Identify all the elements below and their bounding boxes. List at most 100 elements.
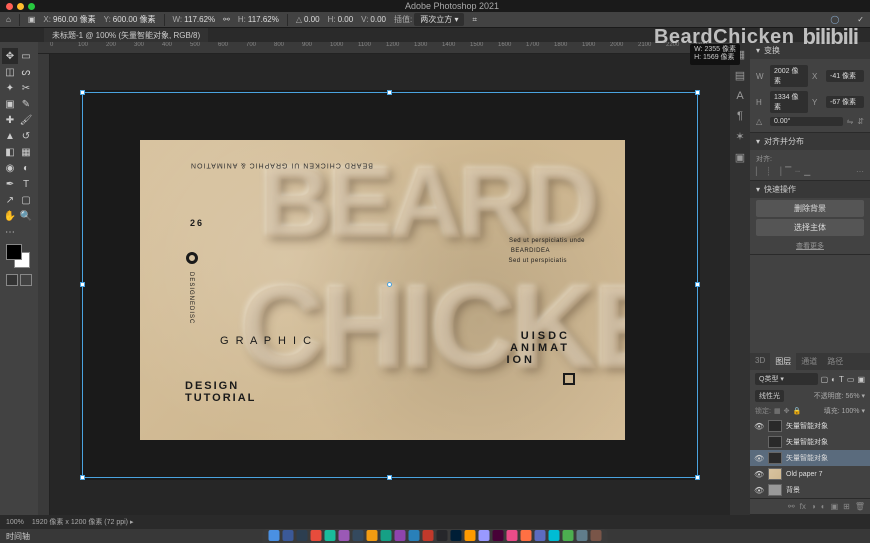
crop-tool[interactable]: ✂: [18, 80, 34, 96]
layer-row[interactable]: 👁背景: [750, 482, 870, 498]
lock-pixels-icon[interactable]: ▦: [774, 407, 781, 415]
styles-panel-icon[interactable]: ▣: [735, 151, 745, 164]
wand-tool[interactable]: ✦: [2, 80, 18, 96]
skew-h[interactable]: 0.00: [338, 15, 354, 24]
artboard-tool[interactable]: ▭: [18, 48, 34, 64]
dock-app[interactable]: [269, 530, 280, 541]
filter-smart-icon[interactable]: ▣: [857, 375, 865, 384]
maximize-window[interactable]: [28, 3, 35, 10]
dock-app[interactable]: [297, 530, 308, 541]
eyedropper-tool[interactable]: ✎: [18, 96, 34, 112]
link-wh-icon[interactable]: ⚯: [223, 15, 230, 24]
zoom-tool[interactable]: 🔍: [18, 208, 34, 224]
mask-icon[interactable]: ◑: [811, 502, 816, 511]
actions-panel-icon[interactable]: ✶: [735, 130, 744, 143]
doc-info[interactable]: 1920 像素 x 1200 像素 (72 ppi) ▸: [32, 517, 134, 527]
layer-row[interactable]: 👁矢量智能对象: [750, 450, 870, 466]
transform-w[interactable]: 117.62%: [184, 15, 215, 24]
document-tab[interactable]: 未标题-1 @ 100% (矢量智能对象, RGB/8): [44, 28, 208, 43]
trash-icon[interactable]: 🗑: [855, 502, 865, 511]
dock-app[interactable]: [521, 530, 532, 541]
opacity-value[interactable]: 56% ▾: [846, 393, 865, 400]
fill-value[interactable]: 100% ▾: [842, 408, 865, 415]
visibility-toggle[interactable]: 👁: [754, 422, 764, 431]
handle-tr[interactable]: [695, 90, 700, 95]
artboard[interactable]: BEARD CHICKEN BEARD CHICKEN UI GRAPHIC &…: [80, 90, 700, 480]
align-more-icon[interactable]: ⋯: [856, 167, 864, 176]
flip-v-icon[interactable]: ⇵: [857, 117, 864, 126]
filter-shape-icon[interactable]: ▭: [847, 375, 855, 384]
dock-app[interactable]: [549, 530, 560, 541]
flip-h-icon[interactable]: ⇋: [847, 117, 854, 126]
handle-ml[interactable]: [80, 282, 85, 287]
visibility-toggle[interactable]: 👁: [754, 454, 764, 463]
eraser-tool[interactable]: ◧: [2, 144, 18, 160]
shape-tool[interactable]: ▢: [18, 192, 34, 208]
prop-x[interactable]: -41 像素: [826, 70, 864, 82]
align-right-icon[interactable]: ▕: [775, 167, 781, 176]
quick-mask-toggle[interactable]: [6, 274, 32, 286]
tab-图层[interactable]: 图层: [770, 353, 796, 370]
dock-app[interactable]: [325, 530, 336, 541]
warp-icon[interactable]: ⌗: [472, 15, 477, 25]
pen-tool[interactable]: ✒: [2, 176, 18, 192]
handle-tl[interactable]: [80, 90, 85, 95]
blend-mode-select[interactable]: 线性光: [755, 390, 784, 402]
dock-app[interactable]: [409, 530, 420, 541]
prop-w[interactable]: 2002 像素: [770, 65, 808, 87]
minimize-window[interactable]: [17, 3, 24, 10]
transform-bounds[interactable]: [82, 92, 698, 478]
tab-通道[interactable]: 通道: [796, 353, 822, 370]
dodge-tool[interactable]: ◐: [18, 160, 34, 176]
link-layers-icon[interactable]: ⚯: [788, 502, 795, 511]
align-vcenter-icon[interactable]: ┈: [795, 167, 800, 176]
commit-transform[interactable]: ✓: [857, 15, 864, 24]
path-tool[interactable]: ↗: [2, 192, 18, 208]
dock-app[interactable]: [465, 530, 476, 541]
dock-app[interactable]: [437, 530, 448, 541]
home-icon[interactable]: ⌂: [6, 15, 11, 24]
dock-app[interactable]: [577, 530, 588, 541]
blur-tool[interactable]: ◉: [2, 160, 18, 176]
remove-bg-button[interactable]: 删除背景: [756, 200, 864, 217]
interpolation-select[interactable]: 两次立方 ▾: [414, 13, 464, 26]
zoom-level[interactable]: 100%: [6, 519, 24, 526]
handle-center[interactable]: [387, 282, 392, 287]
color-swatches[interactable]: [6, 244, 30, 268]
move-tool[interactable]: ✥: [2, 48, 18, 64]
transform-angle[interactable]: 0.00: [304, 15, 320, 24]
visibility-toggle[interactable]: 👁: [754, 486, 764, 495]
see-more-link[interactable]: 查看更多: [750, 238, 870, 254]
transform-y[interactable]: 600.00 像素: [113, 14, 156, 25]
dock-app[interactable]: [339, 530, 350, 541]
dock-app[interactable]: [283, 530, 294, 541]
filter-adjust-icon[interactable]: ◐: [831, 375, 836, 384]
chevron-down-icon[interactable]: ▾: [756, 46, 760, 55]
filter-image-icon[interactable]: ▢: [821, 375, 829, 384]
layer-row[interactable]: 矢量智能对象: [750, 434, 870, 450]
marquee-tool[interactable]: ◫: [2, 64, 18, 80]
dock-app[interactable]: [367, 530, 378, 541]
group-icon[interactable]: ▣: [831, 502, 839, 511]
dock-app[interactable]: [479, 530, 490, 541]
prop-angle[interactable]: 0.00°: [770, 117, 843, 126]
transform-x[interactable]: 960.00 像素: [53, 14, 96, 25]
lasso-tool[interactable]: ᔕ: [18, 64, 34, 80]
prop-h[interactable]: 1334 像素: [770, 91, 808, 113]
transform-h[interactable]: 117.62%: [248, 15, 279, 24]
tab-路径[interactable]: 路径: [822, 353, 848, 370]
lock-position-icon[interactable]: ✥: [784, 407, 790, 415]
dock-app[interactable]: [507, 530, 518, 541]
close-window[interactable]: [6, 3, 13, 10]
swatches-panel-icon[interactable]: ▤: [735, 69, 745, 82]
type-tool[interactable]: T: [18, 176, 34, 192]
fg-color[interactable]: [6, 244, 22, 260]
frame-tool[interactable]: ▣: [2, 96, 18, 112]
chevron-down-icon[interactable]: ▾: [756, 185, 760, 194]
layer-row[interactable]: 👁矢量智能对象: [750, 418, 870, 434]
dock-app[interactable]: [311, 530, 322, 541]
dock-app[interactable]: [591, 530, 602, 541]
layer-row[interactable]: 👁Old paper 7: [750, 466, 870, 482]
dock-app[interactable]: [353, 530, 364, 541]
tab-3D[interactable]: 3D: [750, 353, 770, 370]
